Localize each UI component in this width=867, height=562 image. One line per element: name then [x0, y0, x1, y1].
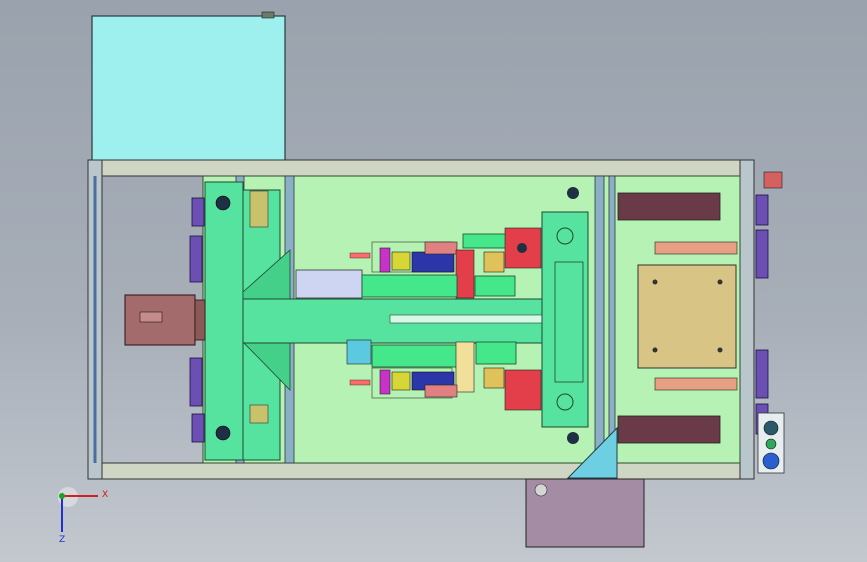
- cad-viewport[interactable]: X Z: [0, 0, 867, 562]
- x-axis-label: X: [102, 490, 108, 500]
- axis-triad: X Z: [58, 487, 108, 545]
- vertical-cylinder[interactable]: [541, 187, 589, 444]
- right-clamps[interactable]: [755, 171, 783, 435]
- assembly-drawing[interactable]: X Z: [0, 0, 867, 562]
- motor[interactable]: [124, 294, 206, 346]
- z-axis-label: Z: [59, 535, 65, 545]
- cover-box[interactable]: [91, 11, 286, 164]
- bottom-motor-box[interactable]: [525, 478, 645, 548]
- lavender-plate[interactable]: [295, 269, 363, 299]
- button-panel[interactable]: [757, 412, 785, 474]
